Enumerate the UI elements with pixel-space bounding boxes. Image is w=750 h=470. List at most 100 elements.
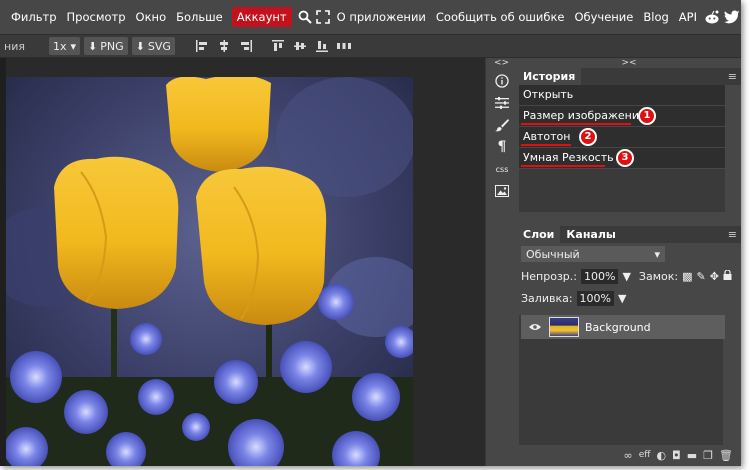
effects-icon[interactable]: eff (639, 450, 651, 460)
lock-move-icon[interactable]: ✥ (710, 270, 719, 283)
chevron-down-icon: ▾ (654, 247, 660, 261)
new-layer-icon[interactable]: ❐ (703, 449, 713, 462)
layer-thumbnail (549, 317, 579, 337)
annotation-marker-3: 3 (616, 149, 634, 167)
annotation-marker-2: 2 (579, 128, 597, 146)
panel-collapse-toggle[interactable]: >< (517, 58, 741, 68)
panel-tool-column: <> ¶ css (485, 58, 517, 466)
opacity-input[interactable]: 100% (580, 268, 619, 284)
menu-icon[interactable]: ≡ (728, 226, 737, 243)
layer-name: Background (585, 320, 651, 334)
layers-panel-header: Слои Каналы ≡ (517, 226, 741, 243)
adjustment-layer-icon[interactable]: ◐ (656, 449, 666, 462)
canvas-edge-strip (0, 58, 6, 466)
menu-report-bug[interactable]: Сообщить об ошибке (431, 7, 570, 27)
history-panel-header: История ≡ (517, 68, 741, 85)
export-svg-label: SVG (147, 39, 171, 53)
distribute-icon[interactable] (335, 37, 353, 55)
align-right-icon[interactable] (237, 37, 255, 55)
opacity-label: Непрозр.: (521, 269, 577, 283)
fill-row: Заливка: 100% ▼ (521, 290, 737, 306)
blend-mode-value: Обычный (526, 247, 580, 261)
lock-brush-icon[interactable]: ✎ (696, 270, 705, 283)
align-bottom-icon[interactable] (313, 37, 331, 55)
layers-panel: Слои Каналы ≡ Обычный ▾ Непрозр.: 100% ▼… (517, 226, 741, 445)
history-item-label: Размер изображения (523, 109, 646, 122)
app-window: Фильтр Просмотр Окно Больше Аккаунт О пр… (0, 0, 741, 466)
info-icon[interactable] (486, 70, 518, 92)
layer-row-background[interactable]: Background (521, 315, 725, 339)
right-panels: >< История ≡ Открыть Размер изображения … (517, 58, 741, 466)
history-item-autotone[interactable]: Автотон 2 (519, 127, 725, 148)
download-icon: ⬇ (135, 39, 145, 53)
chevron-down-icon: ▾ (70, 39, 77, 53)
menu-blog[interactable]: Blog (638, 7, 673, 27)
menu-api[interactable]: API (674, 7, 702, 27)
account-button[interactable]: Аккаунт (231, 7, 292, 27)
fill-label: Заливка: (521, 291, 573, 305)
lock-icon[interactable] (723, 268, 732, 283)
export-png-button[interactable]: ⬇ PNG (84, 37, 128, 55)
menu-window[interactable]: Окно (131, 7, 172, 27)
menu-bar: Фильтр Просмотр Окно Больше Аккаунт О пр… (0, 0, 741, 34)
history-item-label: Автотон (523, 130, 571, 143)
history-item-label: Умная Резкость (523, 151, 614, 164)
tab-channels[interactable]: Каналы (560, 226, 621, 243)
css-icon[interactable]: css (486, 158, 518, 180)
image-icon[interactable] (486, 180, 518, 202)
fill-input[interactable]: 100% (576, 290, 614, 306)
link-icon[interactable]: ∞ (624, 449, 633, 462)
mask-icon[interactable]: ◘ (672, 449, 681, 462)
download-icon: ⬇ (88, 39, 98, 53)
menu-icon[interactable]: ≡ (728, 68, 737, 85)
zoom-select[interactable]: 1x ▾ (48, 37, 81, 55)
options-toolbar: ния 1x ▾ ⬇ PNG ⬇ SVG (0, 34, 741, 58)
chevron-down-icon[interactable]: ▼ (622, 270, 630, 283)
export-png-label: PNG (100, 39, 124, 53)
canvas-image[interactable] (6, 77, 413, 466)
twitter-icon[interactable] (723, 7, 740, 27)
menu-filter[interactable]: Фильтр (6, 7, 62, 27)
menu-learn[interactable]: Обучение (569, 7, 638, 27)
reddit-icon[interactable] (704, 7, 720, 27)
blend-mode-select[interactable]: Обычный ▾ (521, 246, 665, 262)
align-center-icon[interactable] (215, 37, 233, 55)
menu-about[interactable]: О приложении (332, 7, 431, 27)
opacity-row: Непрозр.: 100% ▼ Замок: ▩ ✎ ✥ (521, 268, 737, 284)
collapse-toggle[interactable]: <> (486, 58, 517, 68)
adjustments-icon[interactable] (486, 92, 518, 114)
trash-icon[interactable]: 🗑 (719, 449, 733, 462)
history-item-open[interactable]: Открыть (519, 85, 725, 106)
history-item-resize[interactable]: Размер изображения 1 (519, 106, 725, 127)
tab-layers[interactable]: Слои (517, 226, 561, 243)
paragraph-icon[interactable]: ¶ (486, 136, 518, 158)
layer-list: Background (519, 315, 725, 445)
annotation-underline (521, 144, 571, 146)
layer-footer-toolbar: ∞ eff ◐ ◘ ▬ ❐ 🗑 (517, 444, 741, 466)
align-top-icon[interactable] (269, 37, 287, 55)
history-item-smart-sharpen[interactable]: Умная Резкость 3 (519, 148, 725, 169)
canvas-workspace[interactable] (0, 58, 485, 466)
chevron-down-icon[interactable]: ▼ (618, 292, 626, 305)
lock-transparency-icon[interactable]: ▩ (682, 270, 692, 283)
menu-view[interactable]: Просмотр (62, 7, 131, 27)
annotation-underline (521, 123, 631, 125)
zoom-value: 1x (52, 39, 67, 53)
brush-icon[interactable] (486, 114, 518, 136)
align-middle-icon[interactable] (291, 37, 309, 55)
css-label: css (495, 164, 509, 174)
lock-label: Замок: (638, 269, 679, 283)
truncated-toolbar-label: ния (4, 39, 25, 53)
tab-history[interactable]: История (517, 68, 582, 85)
eye-icon[interactable] (529, 321, 541, 334)
history-list: Открыть Размер изображения 1 Автотон 2 У… (519, 85, 725, 212)
folder-icon[interactable]: ▬ (687, 449, 697, 462)
search-icon[interactable] (298, 7, 312, 27)
annotation-marker-1: 1 (638, 107, 656, 125)
fullscreen-icon[interactable] (315, 7, 330, 27)
history-item-label: Открыть (523, 88, 574, 101)
export-svg-button[interactable]: ⬇ SVG (131, 37, 175, 55)
align-left-icon[interactable] (193, 37, 211, 55)
menu-more[interactable]: Больше (171, 7, 228, 27)
layer-controls: Обычный ▾ Непрозр.: 100% ▼ Замок: ▩ ✎ ✥ (517, 243, 741, 309)
